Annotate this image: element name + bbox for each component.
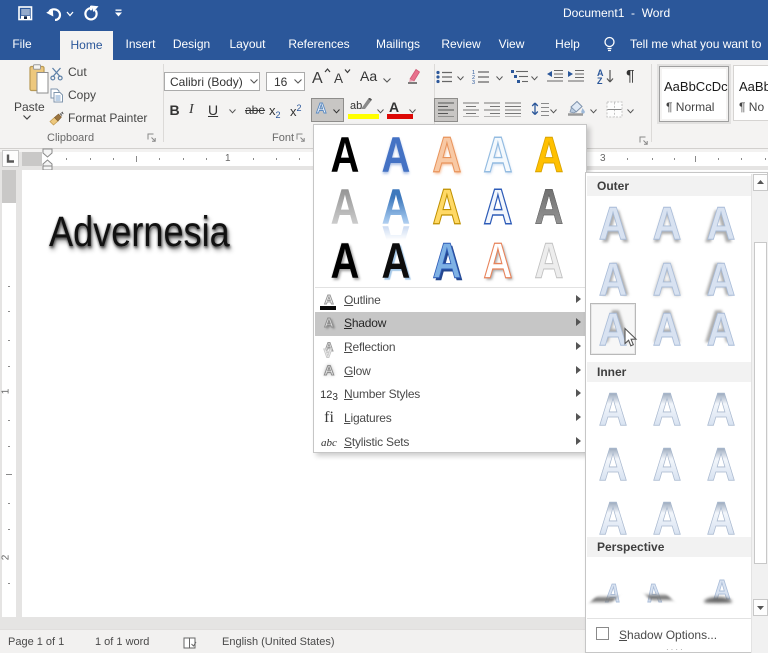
svg-text:3: 3 [472,80,475,84]
svg-text:Z: Z [597,76,603,85]
svg-text:A: A [312,70,323,85]
svg-text:A: A [334,71,343,85]
